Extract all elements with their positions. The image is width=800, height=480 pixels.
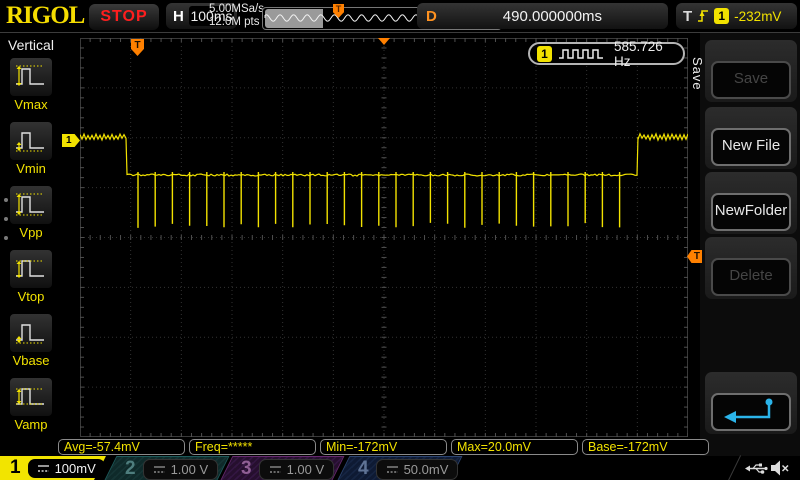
menu-item-label: Vamp — [14, 417, 48, 432]
frequency-counter: 1 585.726 Hz — [528, 39, 685, 69]
menu-item-vamp[interactable]: Vamp — [0, 377, 62, 439]
trigger-label: T — [683, 7, 693, 25]
menu-item-vbase[interactable]: Vbase — [0, 313, 62, 375]
dc-coupling-icon — [153, 465, 165, 473]
channel-scale-box: 100mV — [27, 458, 105, 478]
delete-button[interactable]: Delete — [711, 258, 791, 296]
softkey-slot: Delete — [705, 237, 797, 299]
acquisition-info: 5.00MSa/s 12.0M pts — [209, 3, 264, 29]
new-file-button[interactable]: New File — [711, 128, 791, 166]
menu-item-label: Vmin — [16, 161, 46, 176]
channel-bar: 1 100mV 2 1.00 V 3 1.00 V 4 50.0mV — [0, 456, 700, 480]
menu-item-label: Vmax — [14, 97, 48, 112]
channel-number: 2 — [125, 458, 136, 479]
channel-1-tab[interactable]: 1 100mV — [0, 456, 106, 480]
scroll-dot — [4, 198, 8, 202]
speaker-muted-icon — [771, 460, 789, 476]
trigger-level-value: -232mV — [734, 8, 782, 24]
vbase-icon — [16, 324, 44, 344]
vmax-icon — [16, 65, 44, 86]
horizontal-label: H — [173, 8, 184, 25]
dc-coupling-icon — [269, 465, 281, 473]
square-wave-icon — [558, 49, 603, 59]
sample-rate: 5.00MSa/s — [209, 3, 264, 15]
channel-3-tab[interactable]: 3 1.00 V — [219, 456, 345, 480]
measurement-base: Base=-172mV — [582, 439, 709, 455]
dc-coupling-icon — [37, 464, 49, 472]
channel-scale-box: 1.00 V — [142, 458, 219, 480]
channel-4-tab[interactable]: 4 50.0mV — [336, 456, 463, 480]
measurement-freq: Freq=***** — [189, 439, 316, 455]
save-button[interactable]: Save — [711, 61, 791, 99]
vmin-icon — [16, 132, 44, 152]
softkey-slot: Save — [705, 40, 797, 102]
counter-frequency-value: 585.726 Hz — [613, 38, 663, 69]
scroll-dot — [4, 236, 8, 240]
dc-coupling-icon — [386, 465, 398, 473]
menu-item-vtop[interactable]: Vtop — [0, 249, 62, 311]
softkey-slot — [705, 372, 797, 434]
softkey-menu: Save Save New File NewFolder Delete — [690, 33, 800, 480]
vpp-icon — [16, 193, 44, 216]
menu-item-label: Vtop — [17, 289, 45, 304]
menu-item-vmax[interactable]: Vmax — [0, 57, 62, 119]
menu-item-label: Vpp — [19, 225, 43, 240]
system-status-icons — [700, 455, 800, 480]
run-state-indicator[interactable]: STOP — [88, 3, 160, 31]
back-button[interactable] — [711, 393, 791, 431]
measure-menu-title: Vertical — [8, 37, 54, 53]
waveform-display — [79, 38, 689, 437]
menu-tab-label: Save — [690, 57, 705, 91]
trigger-level-marker[interactable]: T — [687, 250, 702, 263]
menu-item-label: Vbase — [12, 353, 50, 368]
channel-number: 4 — [358, 458, 369, 479]
measurement-avg: Avg=-57.4mV — [58, 439, 185, 455]
softkey-slot: New File — [705, 107, 797, 169]
usb-icon — [745, 463, 768, 474]
menu-item-vpp[interactable]: Vpp — [0, 185, 62, 247]
graticule-area — [79, 38, 689, 437]
oscilloscope-screen: RIGOL STOP H 100ms 5.00MSa/s 12.0M pts T… — [0, 0, 800, 480]
measure-menu: Vertical Vmax Vmin Vpp Vtop Vbase Vamp — [0, 33, 62, 455]
delay-label: D — [426, 7, 437, 25]
rising-edge-icon — [698, 10, 709, 22]
rigol-logo: RIGOL — [6, 2, 85, 29]
vamp-icon — [16, 388, 44, 405]
trigger-box: T 1 -232mV — [676, 3, 797, 29]
memory-depth: 12.0M pts — [209, 16, 260, 28]
channel-scale: 1.00 V — [286, 461, 325, 477]
channel-scale: 100mV — [54, 460, 96, 476]
channel-number: 1 — [10, 457, 21, 478]
scroll-dot — [4, 217, 8, 221]
divider — [727, 455, 742, 480]
menu-item-vmin[interactable]: Vmin — [0, 121, 62, 183]
softkey-slot: NewFolder — [705, 172, 797, 234]
measurement-min: Min=-172mV — [320, 439, 447, 455]
counter-channel-badge: 1 — [537, 45, 552, 62]
channel-scale-box: 50.0mV — [375, 458, 459, 480]
channel-number: 3 — [241, 458, 252, 479]
channel-scale: 50.0mV — [403, 461, 449, 477]
delay-value: 490.000000ms — [502, 7, 603, 25]
delay-box: D 490.000000ms — [417, 3, 668, 29]
delay-center-marker — [378, 38, 390, 45]
channel1-offset-marker[interactable]: 1 — [62, 134, 80, 147]
channel-2-tab[interactable]: 2 1.00 V — [103, 456, 230, 480]
vtop-icon — [16, 260, 44, 278]
new-folder-button[interactable]: NewFolder — [711, 193, 791, 231]
trigger-source-badge: 1 — [714, 8, 730, 24]
status-bar: RIGOL STOP H 100ms 5.00MSa/s 12.0M pts T… — [0, 0, 800, 33]
measurement-max: Max=20.0mV — [451, 439, 578, 455]
channel-scale-box: 1.00 V — [258, 458, 335, 480]
channel-scale: 1.00 V — [170, 461, 209, 477]
return-arrow-icon — [724, 398, 773, 423]
